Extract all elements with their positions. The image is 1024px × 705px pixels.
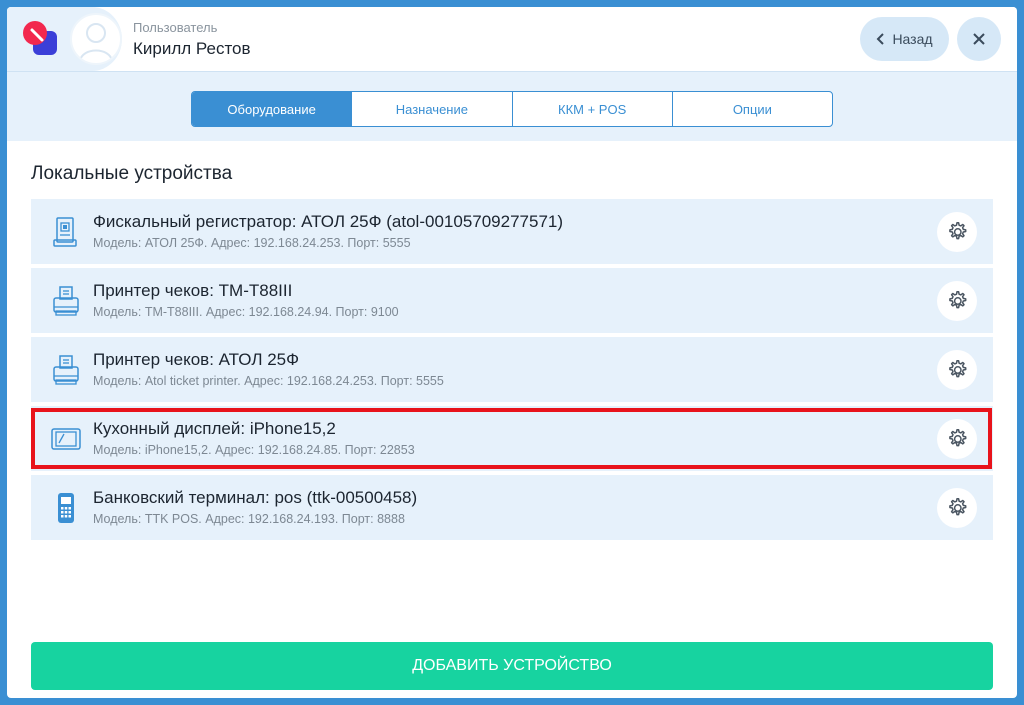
device-row-bank-terminal[interactable]: Банковский терминал: pos (ttk-00500458) … bbox=[31, 475, 993, 540]
device-details: Модель: TTK POS. Адрес: 192.168.24.193. … bbox=[93, 512, 405, 526]
gear-icon bbox=[949, 291, 967, 309]
device-name: Банковский терминал: pos (ttk-00500458) bbox=[93, 488, 418, 507]
user-name: Кирилл Рестов bbox=[133, 39, 251, 58]
back-button-label: Назад bbox=[892, 31, 933, 47]
device-name: Принтер чеков: TM-T88III bbox=[93, 281, 293, 300]
user-caption: Пользователь bbox=[133, 20, 218, 35]
tab-options[interactable]: Опции bbox=[671, 92, 832, 126]
tab-bar: Оборудование Назначение ККМ + POS Опции bbox=[7, 71, 1017, 141]
gear-icon bbox=[949, 498, 967, 516]
gear-icon bbox=[949, 429, 967, 447]
device-settings-button[interactable] bbox=[937, 350, 977, 390]
receipt-printer-icon bbox=[53, 286, 79, 316]
device-name: Фискальный регистратор: АТОЛ 25Ф (atol-0… bbox=[93, 212, 564, 231]
device-name: Кухонный дисплей: iPhone15,2 bbox=[93, 419, 336, 438]
device-row-kitchen-display[interactable]: Кухонный дисплей: iPhone15,2 Модель: iPh… bbox=[31, 406, 993, 471]
gear-icon bbox=[949, 360, 967, 378]
header: Пользователь Кирилл Рестов Назад bbox=[7, 7, 1017, 71]
card-terminal-icon bbox=[58, 493, 74, 523]
tabs: Оборудование Назначение ККМ + POS Опции bbox=[191, 91, 833, 127]
tab-equipment[interactable]: Оборудование bbox=[192, 92, 352, 126]
settings-window: Пользователь Кирилл Рестов Назад Оборудо… bbox=[7, 7, 1017, 698]
device-row-receipt-printer-atol[interactable]: Принтер чеков: АТОЛ 25Ф Модель: Atol tic… bbox=[31, 337, 993, 402]
gear-icon bbox=[949, 222, 967, 240]
device-settings-button[interactable] bbox=[937, 488, 977, 528]
device-details: Модель: TM-T88III. Адрес: 192.168.24.94.… bbox=[93, 305, 399, 319]
add-device-button[interactable]: ДОБАВИТЬ УСТРОЙСТВО bbox=[31, 642, 993, 690]
device-row-fiscal-register[interactable]: Фискальный регистратор: АТОЛ 25Ф (atol-0… bbox=[31, 199, 993, 264]
device-details: Модель: iPhone15,2. Адрес: 192.168.24.85… bbox=[93, 443, 415, 457]
section-title: Локальные устройства bbox=[31, 163, 233, 184]
device-settings-button[interactable] bbox=[937, 419, 977, 459]
avatar bbox=[70, 13, 122, 65]
device-settings-button[interactable] bbox=[937, 281, 977, 321]
device-settings-button[interactable] bbox=[937, 212, 977, 252]
device-row-receipt-printer-tm[interactable]: Принтер чеков: TM-T88III Модель: TM-T88I… bbox=[31, 268, 993, 333]
tab-kkm-pos[interactable]: ККМ + POS bbox=[511, 92, 672, 126]
device-list: Фискальный регистратор: АТОЛ 25Ф (atol-0… bbox=[31, 199, 993, 544]
device-details: Модель: АТОЛ 25Ф. Адрес: 192.168.24.253.… bbox=[93, 236, 411, 250]
back-button[interactable]: Назад bbox=[860, 17, 949, 61]
close-button[interactable] bbox=[957, 17, 1001, 61]
device-details: Модель: Atol ticket printer. Адрес: 192.… bbox=[93, 374, 444, 388]
device-name: Принтер чеков: АТОЛ 25Ф bbox=[93, 350, 300, 369]
app-logo bbox=[23, 21, 57, 55]
user-icon bbox=[79, 23, 113, 62]
receipt-printer-icon bbox=[53, 355, 79, 385]
fiscal-register-icon bbox=[53, 217, 77, 247]
tab-assignment[interactable]: Назначение bbox=[351, 92, 511, 126]
close-icon bbox=[973, 33, 985, 45]
chevron-left-icon bbox=[877, 33, 885, 45]
tablet-icon bbox=[51, 428, 81, 450]
